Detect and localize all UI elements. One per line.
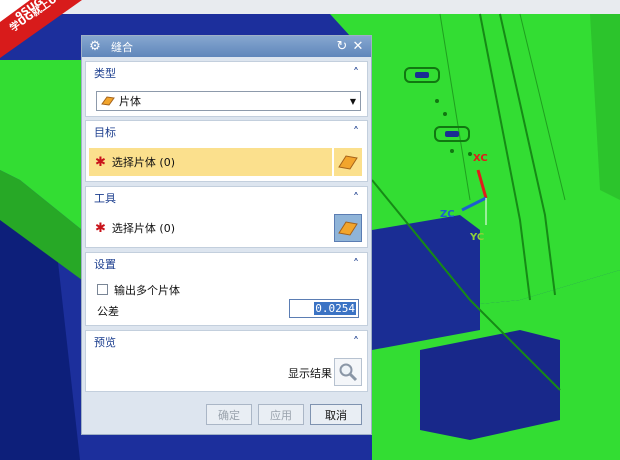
type-section-label: 类型 <box>94 67 116 80</box>
reset-icon[interactable]: ↻ <box>334 39 350 55</box>
target-select-sheet-button[interactable] <box>334 148 362 176</box>
dialog-title: 缝合 <box>111 40 133 54</box>
collapse-chevron-icon[interactable]: ˄ <box>353 125 359 139</box>
output-multiple-sheets-checkbox[interactable] <box>97 284 108 295</box>
output-multiple-sheets-label: 输出多个片体 <box>114 284 180 297</box>
preview-section-header[interactable]: 预览 ˄ <box>86 331 367 353</box>
tool-select-row[interactable]: ✱ 选择片体 (0) <box>89 214 332 242</box>
tool-select-label: 选择片体 (0) <box>111 222 175 235</box>
tool-section: 工具 ˄ ✱ 选择片体 (0) <box>85 186 368 248</box>
select-sheet-icon <box>338 221 358 236</box>
dialog-titlebar[interactable]: ⚙ 缝合 ↻ ✕ <box>82 36 371 57</box>
preview-section-label: 预览 <box>94 336 116 349</box>
collapse-chevron-icon[interactable]: ˄ <box>353 257 359 271</box>
tolerance-label: 公差 <box>97 305 119 318</box>
cancel-button[interactable]: 取消 <box>310 404 362 425</box>
apply-button[interactable]: 应用 <box>258 404 304 425</box>
show-result-label: 显示结果 <box>288 367 332 380</box>
tool-section-label: 工具 <box>94 192 116 205</box>
collapse-chevron-icon[interactable]: ˄ <box>353 335 359 349</box>
close-icon[interactable]: ✕ <box>350 39 366 55</box>
sew-dialog: ⚙ 缝合 ↻ ✕ 类型 ˄ 片体 ▼ 目标 ˄ ✱ 选择片体 (0) 工具 ˄ … <box>81 35 372 435</box>
type-section: 类型 ˄ 片体 ▼ <box>85 61 368 117</box>
tolerance-input[interactable]: 0.0254 <box>289 299 359 318</box>
zc-axis-label: ZC <box>440 209 455 220</box>
target-section-label: 目标 <box>94 126 116 139</box>
collapse-chevron-icon[interactable]: ˄ <box>353 191 359 205</box>
chevron-down-icon: ▼ <box>349 96 356 106</box>
yc-axis-label: YC <box>470 232 485 243</box>
collapse-chevron-icon[interactable]: ˄ <box>353 66 359 80</box>
preview-section: 预览 ˄ 显示结果 <box>85 330 368 392</box>
type-dropdown-value: 片体 <box>119 95 141 108</box>
settings-section-label: 设置 <box>94 258 116 271</box>
target-select-row[interactable]: ✱ 选择片体 (0) <box>89 148 332 176</box>
settings-section: 设置 ˄ 输出多个片体 公差 0.0254 <box>85 252 368 326</box>
tolerance-value: 0.0254 <box>314 302 356 315</box>
select-sheet-icon <box>338 155 358 170</box>
gear-icon[interactable]: ⚙ <box>87 39 103 55</box>
magnifier-icon <box>339 363 358 382</box>
ok-button[interactable]: 确定 <box>206 404 252 425</box>
tool-select-sheet-button[interactable] <box>334 214 362 242</box>
required-star-icon: ✱ <box>95 220 106 236</box>
type-dropdown[interactable]: 片体 ▼ <box>96 91 361 111</box>
type-section-header[interactable]: 类型 ˄ <box>86 62 367 84</box>
required-star-icon: ✱ <box>95 154 106 170</box>
target-select-label: 选择片体 (0) <box>111 156 175 169</box>
tool-section-header[interactable]: 工具 ˄ <box>86 187 367 209</box>
target-section-header[interactable]: 目标 ˄ <box>86 121 367 143</box>
settings-section-header[interactable]: 设置 ˄ <box>86 253 367 275</box>
target-section: 目标 ˄ ✱ 选择片体 (0) <box>85 120 368 182</box>
sheet-body-icon <box>101 96 115 106</box>
xc-axis-label: XC <box>473 153 488 164</box>
show-result-button[interactable] <box>334 358 362 386</box>
